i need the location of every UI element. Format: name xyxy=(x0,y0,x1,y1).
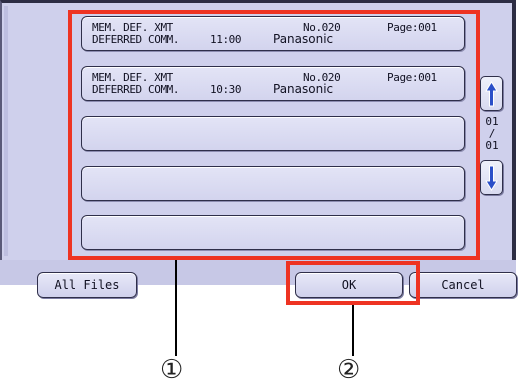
row-comm-type: DEFERRED COMM. xyxy=(92,33,180,46)
page-separator: / xyxy=(488,127,496,140)
callout-line-1 xyxy=(175,260,177,356)
scroll-down-button[interactable] xyxy=(480,160,503,195)
row-time: 10:30 xyxy=(210,83,242,96)
cancel-button[interactable]: Cancel xyxy=(409,272,517,298)
file-row-empty-4[interactable] xyxy=(81,166,465,201)
callout-number-2: ② xyxy=(337,355,361,385)
file-row-1[interactable]: MEM. DEF. XMT DEFERRED COMM. 11:00 No.02… xyxy=(81,16,465,51)
ok-button[interactable]: OK xyxy=(295,272,403,298)
file-row-empty-3[interactable] xyxy=(81,116,465,151)
page-total: 01 xyxy=(485,139,499,152)
all-files-button[interactable]: All Files xyxy=(37,272,137,298)
panel-left-strip xyxy=(4,6,8,256)
row-pages: Page:001 xyxy=(387,21,437,34)
callout-line-2 xyxy=(352,305,354,356)
row-mode: MEM. DEF. XMT xyxy=(92,21,173,34)
callout-number-1: ① xyxy=(160,355,184,385)
arrow-down-icon xyxy=(485,165,498,191)
row-mode: MEM. DEF. XMT xyxy=(92,71,173,84)
row-time: 11:00 xyxy=(210,33,242,46)
row-destination: Panasonic xyxy=(273,32,334,46)
file-row-2[interactable]: MEM. DEF. XMT DEFERRED COMM. 10:30 No.02… xyxy=(81,66,465,101)
page-current: 01 xyxy=(485,115,499,128)
row-pages: Page:001 xyxy=(387,71,437,84)
row-destination: Panasonic xyxy=(273,82,334,96)
row-comm-type: DEFERRED COMM. xyxy=(92,83,180,96)
arrow-up-icon xyxy=(485,80,498,106)
file-row-empty-5[interactable] xyxy=(81,215,465,250)
scroll-up-button[interactable] xyxy=(480,76,503,111)
